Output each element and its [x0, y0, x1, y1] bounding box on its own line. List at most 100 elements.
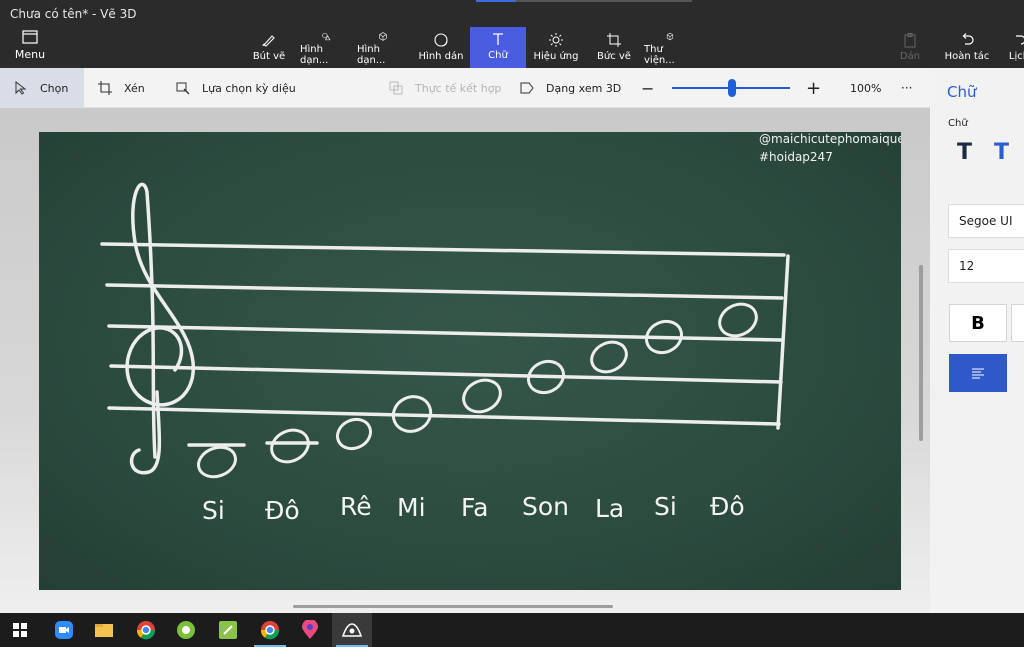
font-family-select[interactable]: Segoe UI	[948, 204, 1024, 238]
taskbar	[0, 613, 1024, 647]
crop-tool[interactable]: Xén	[98, 68, 145, 108]
menu-label: Menu	[14, 48, 46, 61]
magic-select-label: Lựa chọn kỳ diệu	[202, 81, 296, 95]
note-si-low	[197, 445, 237, 479]
windows-icon	[13, 623, 27, 637]
staff-line-2	[105, 283, 784, 300]
canvas-button[interactable]: Bức vẽ	[592, 28, 636, 66]
note-app-icon	[219, 621, 237, 639]
canvas-label: Bức vẽ	[597, 51, 631, 62]
clipboard-icon	[904, 33, 916, 48]
taskbar-app-green[interactable]	[166, 613, 206, 647]
stickers-label: Hình dán	[418, 51, 464, 62]
select-tool[interactable]: Chọn	[0, 68, 84, 108]
more-button[interactable]: ···	[901, 68, 912, 108]
3d-library-button[interactable]: Thư viện...	[644, 28, 696, 66]
history-icon	[1016, 35, 1024, 45]
note-fa	[462, 378, 502, 414]
taskbar-chrome-2[interactable]	[250, 613, 290, 647]
treble-clef	[125, 182, 195, 459]
3d-text-icon[interactable]: T	[994, 140, 1009, 165]
align-left-icon	[972, 368, 984, 379]
magic-select-tool[interactable]: Lựa chọn kỳ diệu	[176, 68, 296, 108]
2d-shapes-icon	[322, 32, 331, 41]
zoom-out-button[interactable]: −	[641, 68, 654, 108]
staff-line-1	[100, 242, 786, 257]
paint3d-window: Chưa có tên* - Vẽ 3D Menu Bút vẽ Hình dạ…	[0, 0, 1024, 647]
panel-title: Chữ	[947, 83, 977, 101]
note-do-low	[270, 428, 310, 464]
history-button[interactable]: Lịch	[1004, 28, 1024, 66]
font-size-select[interactable]: 12	[948, 249, 1024, 283]
taskbar-app-notes[interactable]	[208, 613, 248, 647]
library-icon	[666, 32, 674, 41]
note-label-do-high: Đô	[710, 492, 745, 521]
3d-shapes-icon	[379, 32, 387, 41]
3d-shapes-button[interactable]: Hình dạn...	[357, 28, 409, 66]
taskbar-file-explorer[interactable]	[84, 613, 124, 647]
2d-text-icon[interactable]: T	[957, 140, 972, 165]
cursor-icon	[15, 81, 27, 95]
note-label-si-high: Si	[654, 492, 677, 521]
zoom-slider-thumb[interactable]	[728, 79, 736, 97]
crop-label: Xén	[124, 81, 145, 95]
3d-view-label: Dạng xem 3D	[546, 81, 622, 95]
map-pin-icon	[302, 620, 318, 639]
undo-button[interactable]: Hoàn tác	[942, 28, 992, 66]
chalkboard-image[interactable]: @maichicutephomaique #hoidap247 Si Đô Rê…	[39, 132, 901, 590]
2d-shapes-button[interactable]: Hình dạn...	[300, 28, 352, 66]
horizontal-scrollbar[interactable]	[293, 605, 613, 608]
brush-icon	[262, 35, 275, 47]
text-side-panel: Chữ Chữ T T Segoe UI 12 B	[930, 68, 1024, 613]
canvas-icon	[607, 33, 621, 47]
italic-button[interactable]	[1011, 304, 1024, 342]
crop-icon	[98, 81, 112, 95]
bold-button[interactable]: B	[949, 304, 1007, 342]
mixed-reality-tool[interactable]: Thực tế kết hợp	[389, 68, 501, 108]
end-barline	[776, 254, 790, 430]
note-label-fa: Fa	[461, 493, 489, 522]
library-label: Thư viện...	[644, 44, 675, 66]
align-left-button[interactable]	[949, 354, 1007, 392]
secondary-toolbar: Chọn Xén Lựa chọn kỳ diệu Thực tế kết hợ…	[0, 68, 930, 108]
watermark-user: @maichicutephomaique	[759, 132, 901, 146]
3d-view-tool[interactable]: Dạng xem 3D	[520, 68, 621, 108]
paste-button[interactable]: Dán	[896, 28, 924, 66]
vertical-scrollbar[interactable]	[919, 265, 923, 441]
note-label-la: La	[595, 494, 625, 523]
zoom-percent: 100%	[850, 81, 882, 95]
panel-subtitle: Chữ	[948, 118, 968, 129]
note-label-mi: Mi	[397, 493, 426, 522]
watermark-tag: #hoidap247	[759, 150, 833, 164]
3d-shapes-label: Hình dạn...	[357, 44, 386, 66]
menu-button[interactable]: Menu	[10, 30, 50, 64]
taskbar-paint3d[interactable]	[332, 613, 372, 647]
stickers-icon	[434, 33, 448, 47]
window-title: Chưa có tên* - Vẽ 3D	[10, 7, 137, 21]
undo-icon	[962, 33, 974, 45]
staff-line-4	[109, 364, 783, 384]
history-label: Lịch	[1008, 51, 1024, 62]
note-label-son: Son	[522, 492, 570, 521]
text-button[interactable]: Chữ	[470, 27, 526, 68]
note-do-high	[718, 302, 758, 338]
start-button[interactable]	[0, 613, 40, 647]
tab-underline	[516, 0, 692, 2]
paste-label: Dán	[899, 51, 921, 62]
chrome-icon	[136, 621, 156, 640]
brushes-label: Bút vẽ	[252, 51, 286, 62]
taskbar-maps[interactable]	[290, 613, 330, 647]
note-la	[590, 340, 628, 374]
top-bar: Chưa có tên* - Vẽ 3D Menu Bút vẽ Hình dạ…	[0, 0, 1024, 68]
zoom-in-button[interactable]: +	[806, 68, 821, 108]
undo-label: Hoàn tác	[944, 51, 990, 62]
staff-line-5	[107, 406, 781, 426]
brushes-button[interactable]: Bút vẽ	[248, 28, 290, 66]
taskbar-chrome[interactable]	[126, 613, 166, 647]
stickers-button[interactable]: Hình dán	[418, 28, 464, 66]
chrome-icon	[260, 621, 280, 640]
taskbar-zoom[interactable]	[44, 613, 84, 647]
effects-button[interactable]: Hiệu ứng	[531, 28, 581, 66]
magic-select-icon	[176, 82, 190, 95]
2d-shapes-label: Hình dạn...	[300, 44, 329, 66]
